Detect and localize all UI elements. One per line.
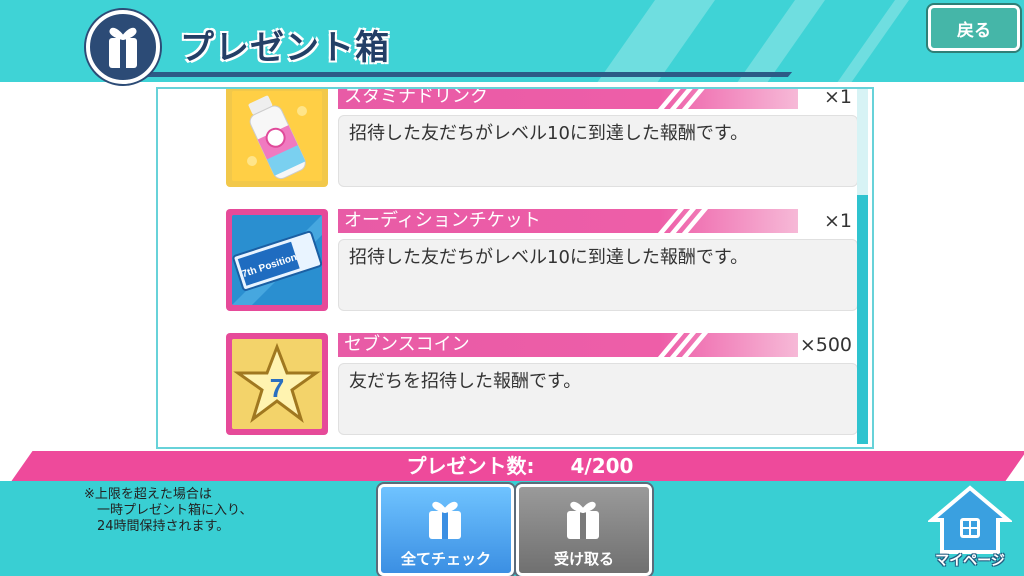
item-description: 招待した友だちがレベル10に到達した報酬です。 <box>338 115 858 187</box>
item-name: セブンスコイン <box>338 333 798 357</box>
present-count-label: プレゼント数: <box>406 454 535 478</box>
header-decoration <box>717 0 833 82</box>
page-title: プレゼント箱 <box>180 28 390 68</box>
list-item[interactable]: 7 セブンスコイン ×500 友だちを招待した報酬です。 <box>218 333 858 441</box>
list-item[interactable]: 7th Position オーディションチケット ×1 招待した友だちがレベル1… <box>218 209 858 317</box>
present-icon <box>429 501 461 539</box>
item-icon-frame: 7th Position <box>226 209 328 311</box>
item-icon-frame <box>226 89 328 187</box>
check-all-label: 全てチェック <box>400 550 491 568</box>
mypage-label: マイページ <box>935 553 1005 569</box>
present-count-value: 4/200 <box>570 454 634 478</box>
item-icon-frame: 7 <box>226 333 328 435</box>
present-box-icon <box>86 10 160 84</box>
item-name-text: セブンスコイン <box>344 334 470 355</box>
receive-label: 受け取る <box>553 550 614 568</box>
receive-button[interactable]: 受け取る <box>516 484 652 576</box>
header-decoration <box>817 0 917 82</box>
check-all-button[interactable]: 全てチェック <box>378 484 514 576</box>
storage-note: ※上限を超えた場合は 一時プレゼント箱に入り、 24時間保持されます。 <box>84 487 253 534</box>
item-description: 招待した友だちがレベル10に到達した報酬です。 <box>338 239 858 311</box>
mypage-button[interactable]: マイページ <box>926 484 1014 574</box>
item-quantity: ×1 <box>823 210 852 232</box>
item-name-text: オーディションチケット <box>344 210 541 231</box>
item-quantity: ×1 <box>823 87 852 108</box>
scrollbar-thumb[interactable] <box>857 195 868 444</box>
coin-label: 7 <box>270 373 284 403</box>
present-count: プレゼント数: 4/200 <box>300 451 740 481</box>
present-list[interactable]: スタミナドリンク ×1 招待した友だちがレベル10に到達した報酬です。 7th … <box>156 87 874 449</box>
item-name: オーディションチケット <box>338 209 798 233</box>
title-underline <box>127 72 793 77</box>
star-coin-icon: 7 <box>232 339 322 429</box>
item-quantity: ×500 <box>799 334 852 356</box>
ticket-icon: 7th Position <box>232 215 322 305</box>
present-icon <box>567 501 599 539</box>
drink-bottle-icon <box>232 91 322 181</box>
home-icon <box>926 485 1014 554</box>
list-item[interactable]: スタミナドリンク ×1 招待した友だちがレベル10に到達した報酬です。 <box>218 87 858 193</box>
item-name-text: スタミナドリンク <box>344 87 488 107</box>
item-description: 友だちを招待した報酬です。 <box>338 363 858 435</box>
title-bar: プレゼント箱 <box>70 6 793 84</box>
back-button[interactable]: 戻る <box>928 5 1020 51</box>
item-name: スタミナドリンク <box>338 87 798 109</box>
